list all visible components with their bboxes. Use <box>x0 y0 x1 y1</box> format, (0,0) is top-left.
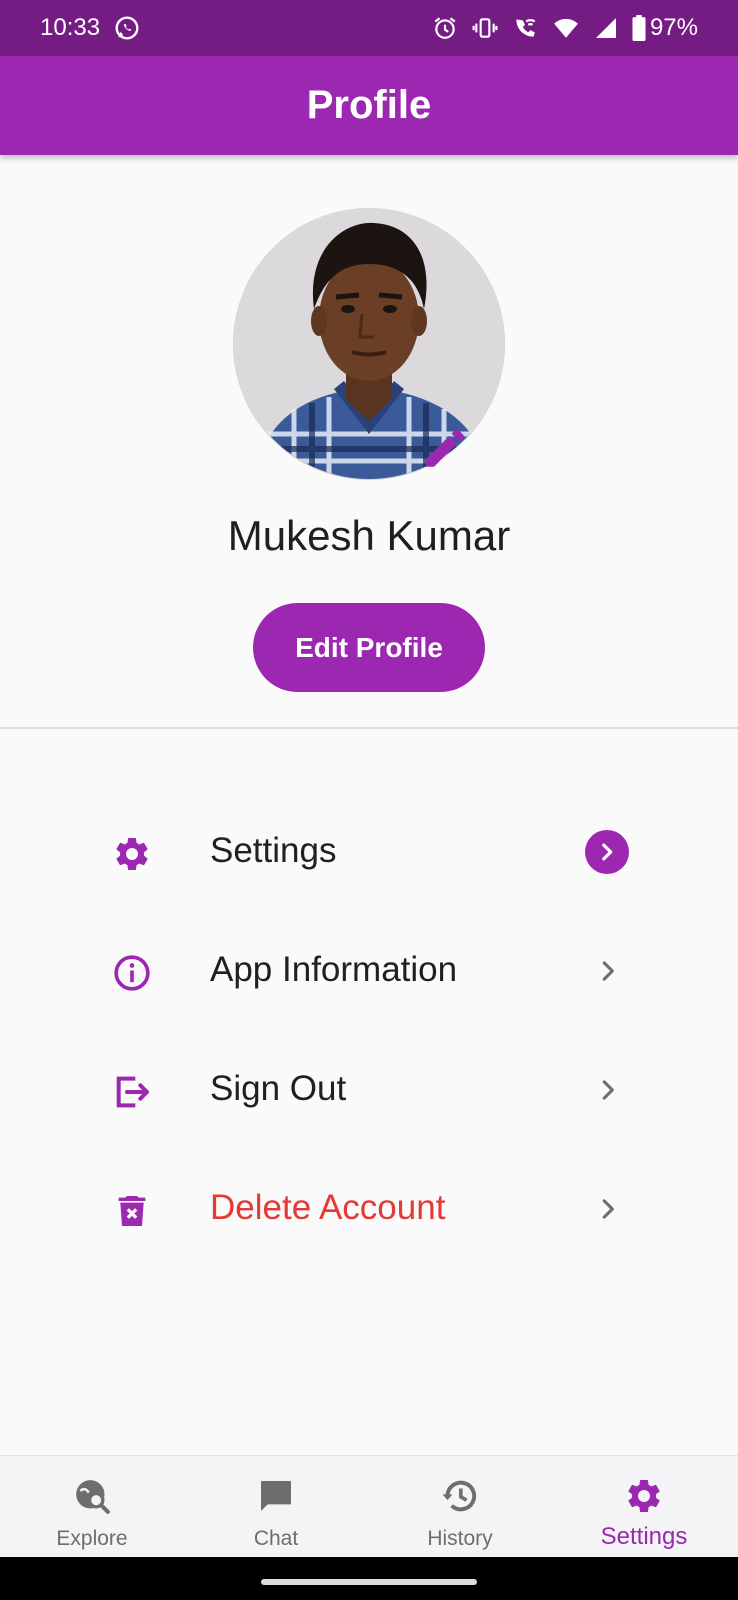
signal-icon <box>594 16 618 40</box>
chevron-right-icon <box>595 958 621 989</box>
home-gesture-handle[interactable] <box>261 1579 477 1585</box>
nav-label: Settings <box>600 1523 688 1550</box>
nav-label: Explore <box>56 1527 128 1550</box>
nav-item-settings[interactable]: Settings <box>552 1456 736 1558</box>
menu-item-label: Sign Out <box>210 1069 347 1108</box>
menu-item-delete-account[interactable]: Delete Account <box>0 1159 738 1259</box>
gear-icon <box>112 834 152 874</box>
info-icon <box>112 953 152 993</box>
menu-item-app-information[interactable]: App Information <box>0 921 738 1021</box>
status-bar: 10:33 97% <box>0 0 738 56</box>
logout-icon <box>112 1072 152 1112</box>
divider <box>0 727 738 729</box>
nav-item-history[interactable]: History <box>368 1456 552 1558</box>
trash-icon <box>112 1191 152 1231</box>
wifi-call-icon <box>512 15 538 41</box>
menu-item-label: App Information <box>210 950 458 989</box>
whatsapp-icon <box>114 15 140 41</box>
alarm-icon <box>432 15 458 41</box>
chat-icon <box>256 1456 296 1521</box>
battery-indicator: 97% <box>632 14 698 42</box>
pencil-icon[interactable] <box>420 423 470 478</box>
gear-icon <box>624 1456 664 1521</box>
bottom-navigation: Explore Chat History Settings <box>0 1455 738 1558</box>
edit-profile-button[interactable]: Edit Profile <box>253 603 485 692</box>
explore-icon <box>72 1456 112 1521</box>
app-bar: Profile <box>0 56 738 155</box>
menu-item-label: Settings <box>210 831 337 870</box>
nav-label: History <box>427 1527 493 1550</box>
page-title: Profile <box>306 83 432 127</box>
menu-item-settings[interactable]: Settings <box>0 802 738 902</box>
system-navigation-bar <box>0 1557 738 1600</box>
nav-item-chat[interactable]: Chat <box>184 1456 368 1558</box>
chevron-right-circle-icon <box>585 830 629 874</box>
nav-item-explore[interactable]: Explore <box>0 1456 184 1558</box>
chevron-right-icon <box>595 1077 621 1108</box>
battery-icon <box>632 15 646 41</box>
profile-name: Mukesh Kumar <box>227 512 511 559</box>
nav-label: Chat <box>253 1527 299 1550</box>
avatar-container[interactable] <box>234 209 504 479</box>
menu-item-sign-out[interactable]: Sign Out <box>0 1040 738 1140</box>
menu-item-label: Delete Account <box>210 1188 446 1227</box>
vibrate-icon <box>472 15 498 41</box>
history-icon <box>440 1456 480 1521</box>
chevron-right-icon <box>595 1196 621 1227</box>
status-time: 10:33 <box>40 14 101 41</box>
wifi-icon <box>552 15 580 41</box>
battery-percent: 97% <box>649 14 698 41</box>
